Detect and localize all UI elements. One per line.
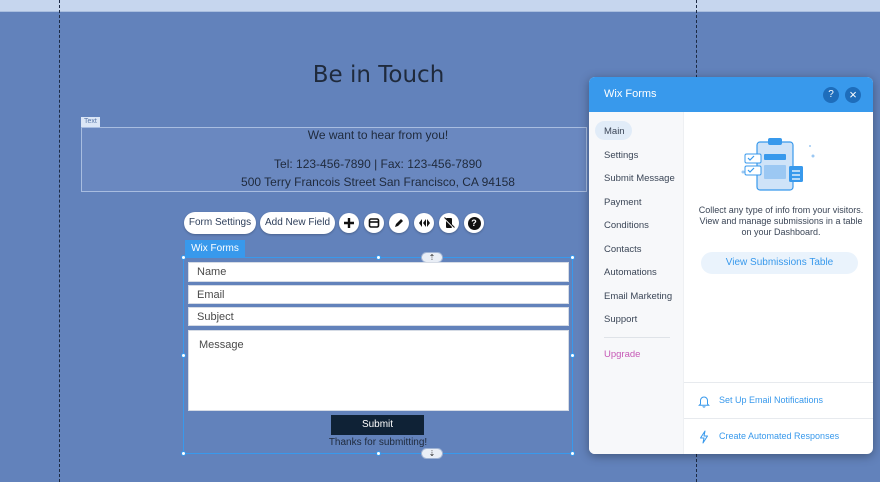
nav-item-contacts[interactable]: Contacts	[604, 244, 642, 255]
help-icon[interactable]: ?	[464, 213, 484, 233]
panel-header: Wix Forms ? ×	[589, 77, 873, 112]
nav-divider	[604, 337, 670, 338]
nav-item-submit-message[interactable]: Submit Message	[604, 173, 675, 184]
text-element-tag: Text	[81, 117, 100, 127]
clipboard-illustration-icon	[741, 138, 815, 191]
resize-handle-top-center[interactable]	[376, 255, 381, 260]
resize-handle-bottom-left[interactable]	[181, 451, 186, 456]
nav-item-main[interactable]: Main	[604, 126, 625, 137]
wix-forms-tag[interactable]: Wix Forms	[185, 240, 245, 258]
nav-item-email-marketing[interactable]: Email Marketing	[604, 291, 672, 302]
resize-handle-bottom-right[interactable]	[570, 451, 575, 456]
animation-icon[interactable]	[414, 213, 434, 233]
panel-side-nav: Main Settings Submit Message Payment Con…	[589, 112, 684, 454]
nav-item-payment[interactable]: Payment	[604, 197, 642, 208]
automated-responses-link[interactable]: Create Automated Responses	[719, 431, 839, 441]
email-notifications-row[interactable]: Set Up Email Notifications	[684, 382, 873, 418]
automated-responses-row[interactable]: Create Automated Responses	[684, 418, 873, 454]
plus-icon[interactable]	[339, 213, 359, 233]
submit-button[interactable]: Submit	[331, 415, 424, 435]
resize-handle-top-right[interactable]	[570, 255, 575, 260]
nav-item-automations[interactable]: Automations	[604, 267, 657, 278]
panel-title: Wix Forms	[604, 88, 657, 100]
wix-forms-panel: Wix Forms ? × Main Settings Submit Messa…	[589, 77, 873, 454]
top-strip	[0, 0, 880, 12]
panel-description: Collect any type of info from your visit…	[698, 205, 864, 237]
nav-item-conditions[interactable]: Conditions	[604, 220, 649, 231]
text-line-phone: Tel: 123-456-7890 | Fax: 123-456-7890	[274, 157, 482, 171]
panel-close-icon[interactable]: ×	[845, 87, 861, 103]
message-field[interactable]: Message	[188, 330, 569, 411]
lightning-icon	[700, 430, 708, 444]
email-field[interactable]: Email	[188, 285, 569, 304]
text-line-address: 500 Terry Francois Street San Francisco,…	[241, 175, 515, 189]
hide-mobile-icon[interactable]	[439, 213, 459, 233]
resize-handle-middle-left[interactable]	[181, 353, 186, 358]
nav-item-settings[interactable]: Settings	[604, 150, 638, 161]
form-settings-button[interactable]: Form Settings	[184, 212, 256, 234]
view-submissions-button[interactable]: View Submissions Table	[701, 252, 858, 274]
add-new-field-button[interactable]: Add New Field	[260, 212, 335, 234]
resize-handle-bottom-center[interactable]	[376, 451, 381, 456]
resize-handle-top-left[interactable]	[181, 255, 186, 260]
bell-icon	[698, 396, 710, 408]
panel-help-icon[interactable]: ?	[823, 87, 839, 103]
thanks-message: Thanks for submitting!	[328, 437, 428, 448]
stretch-bottom-icon[interactable]: ⇣	[421, 448, 443, 459]
layout-icon[interactable]	[364, 213, 384, 233]
name-field[interactable]: Name	[188, 262, 569, 282]
pen-icon[interactable]	[389, 213, 409, 233]
resize-handle-middle-right[interactable]	[570, 353, 575, 358]
nav-item-upgrade[interactable]: Upgrade	[604, 349, 640, 360]
text-line-intro: We want to hear from you!	[307, 128, 449, 142]
nav-item-support[interactable]: Support	[604, 314, 637, 325]
subject-field[interactable]: Subject	[188, 307, 569, 326]
email-notifications-link[interactable]: Set Up Email Notifications	[719, 395, 823, 405]
